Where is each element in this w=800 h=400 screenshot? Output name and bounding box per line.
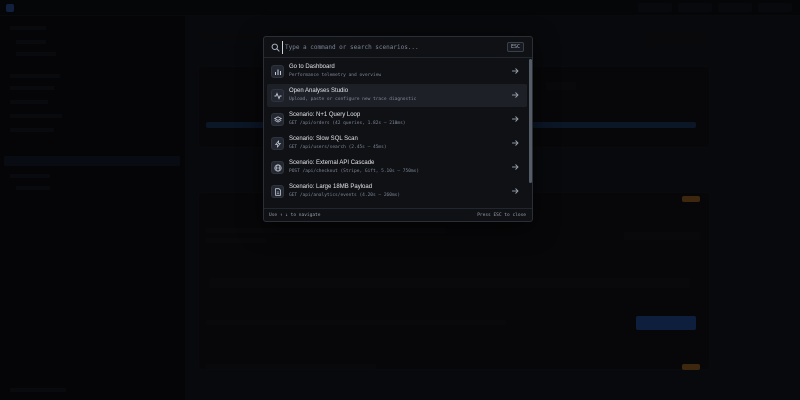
app-root: ESC Go to Dashboard Performance telemetr… [0, 0, 800, 400]
arrow-right-icon [512, 164, 519, 170]
command-item-analyses-studio[interactable]: Open Analyses Studio Upload, paste or co… [267, 84, 527, 107]
command-item-subtitle: Upload, paste or configure new trace dia… [289, 97, 417, 102]
arrow-right-icon [512, 140, 519, 146]
command-item-title: Go to Dashboard [289, 64, 335, 70]
command-item-large-payload[interactable]: Scenario: Large 18MB Payload GET /api/an… [267, 180, 527, 203]
command-item-subtitle: Performance telemetry and overview [289, 73, 382, 78]
globe-icon [271, 161, 284, 174]
command-list: Go to Dashboard Performance telemetry an… [267, 59, 527, 207]
layers-icon [271, 113, 284, 126]
navigate-hint: Use ↑ ↓ to navigate [269, 213, 321, 218]
arrow-right-icon [512, 116, 519, 122]
palette-footer: Use ↑ ↓ to navigate Press ESC to close [264, 208, 532, 222]
command-item-subtitle: GET /api/orders (42 queries, 1.82s — 210… [289, 121, 406, 126]
activity-icon [271, 89, 284, 102]
command-item-dashboard[interactable]: Go to Dashboard Performance telemetry an… [267, 60, 527, 83]
command-search-input[interactable] [282, 41, 502, 54]
command-palette: ESC Go to Dashboard Performance telemetr… [263, 36, 533, 222]
bolt-icon [271, 137, 284, 150]
esc-key-badge[interactable]: ESC [506, 42, 524, 52]
search-row: ESC [264, 37, 532, 58]
file-icon [271, 185, 284, 198]
command-item-subtitle: POST /api/checkout (Stripe, Gift, 5.10s … [289, 169, 420, 174]
arrow-right-icon [512, 92, 519, 98]
command-list-scrollbar[interactable] [529, 59, 532, 207]
command-item-slow-sql[interactable]: Scenario: Slow SQL Scan GET /api/users/s… [267, 132, 527, 155]
scroll-thumb[interactable] [529, 59, 532, 183]
command-item-n-plus-one[interactable]: Scenario: N+1 Query Loop GET /api/orders… [267, 108, 527, 131]
bar-chart-icon [271, 65, 284, 78]
command-item-title: Open Analyses Studio [289, 88, 349, 94]
search-icon [271, 43, 280, 52]
command-item-api-cascade[interactable]: Scenario: External API Cascade POST /api… [267, 156, 527, 179]
close-hint: Press ESC to close [477, 213, 526, 218]
command-item-subtitle: GET /api/users/search (2.45s — 45ms) [289, 145, 387, 150]
command-item-title: Scenario: External API Cascade [289, 160, 375, 166]
command-item-title: Scenario: Large 18MB Payload [289, 184, 373, 190]
arrow-right-icon [512, 68, 519, 74]
arrow-right-icon [512, 188, 519, 194]
command-item-subtitle: GET /api/analytics/events (4.20s — 260ms… [289, 193, 401, 198]
command-item-title: Scenario: Slow SQL Scan [289, 136, 358, 142]
command-item-title: Scenario: N+1 Query Loop [289, 112, 361, 118]
